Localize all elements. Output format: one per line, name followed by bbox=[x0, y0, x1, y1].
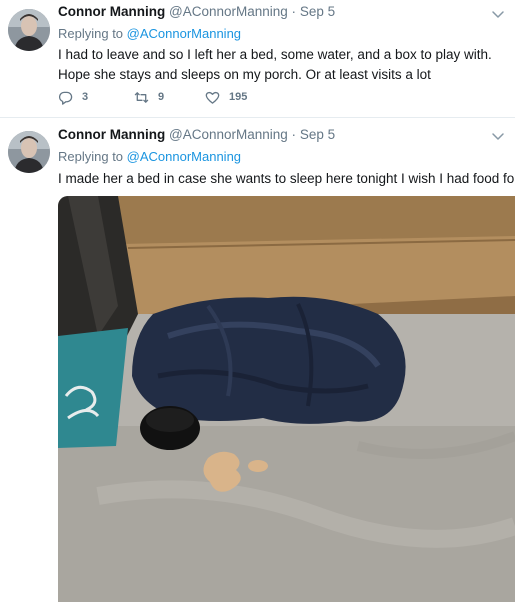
tweet-date[interactable]: Sep 5 bbox=[300, 127, 335, 142]
reply-count: 3 bbox=[82, 91, 89, 103]
tweet[interactable]: Connor Manning @AConnorManning · Sep 5 R… bbox=[0, 0, 515, 118]
tweet[interactable]: Connor Manning @AConnorManning · Sep 5 R… bbox=[0, 119, 515, 602]
tweet-text: I had to leave and so I left her a bed, … bbox=[58, 47, 492, 82]
heart-icon bbox=[205, 91, 220, 104]
like-button[interactable]: 195 bbox=[205, 89, 247, 105]
reply-icon bbox=[58, 91, 73, 105]
replying-to-label: Replying to bbox=[58, 26, 127, 41]
avatar[interactable] bbox=[8, 131, 50, 173]
separator-dot: · bbox=[291, 127, 297, 142]
tweet-photo[interactable] bbox=[58, 196, 515, 602]
replying-to: Replying to @AConnorManning bbox=[58, 26, 241, 41]
tweet-date[interactable]: Sep 5 bbox=[300, 4, 335, 19]
retweet-button[interactable]: 9 bbox=[134, 89, 164, 105]
tweet-header: Connor Manning @AConnorManning · Sep 5 bbox=[58, 4, 335, 24]
user-handle[interactable]: @AConnorManning bbox=[169, 127, 288, 142]
replying-to-mention[interactable]: @AConnorManning bbox=[127, 26, 241, 41]
tweet-text: I made her a bed in case she wants to sl… bbox=[58, 171, 515, 186]
chevron-down-icon[interactable] bbox=[491, 129, 505, 143]
replying-to: Replying to @AConnorManning bbox=[58, 149, 241, 164]
avatar[interactable] bbox=[8, 9, 50, 51]
reply-button[interactable]: 3 bbox=[58, 89, 88, 105]
tweet-header: Connor Manning @AConnorManning · Sep 5 bbox=[58, 127, 335, 147]
replying-to-mention[interactable]: @AConnorManning bbox=[127, 149, 241, 164]
retweet-count: 9 bbox=[158, 91, 165, 103]
chevron-down-icon[interactable] bbox=[491, 7, 505, 21]
like-count: 195 bbox=[229, 91, 248, 103]
separator-dot: · bbox=[291, 4, 297, 19]
user-handle[interactable]: @AConnorManning bbox=[169, 4, 288, 19]
retweet-icon bbox=[134, 91, 149, 103]
display-name[interactable]: Connor Manning bbox=[58, 4, 165, 19]
display-name[interactable]: Connor Manning bbox=[58, 127, 165, 142]
replying-to-label: Replying to bbox=[58, 149, 127, 164]
